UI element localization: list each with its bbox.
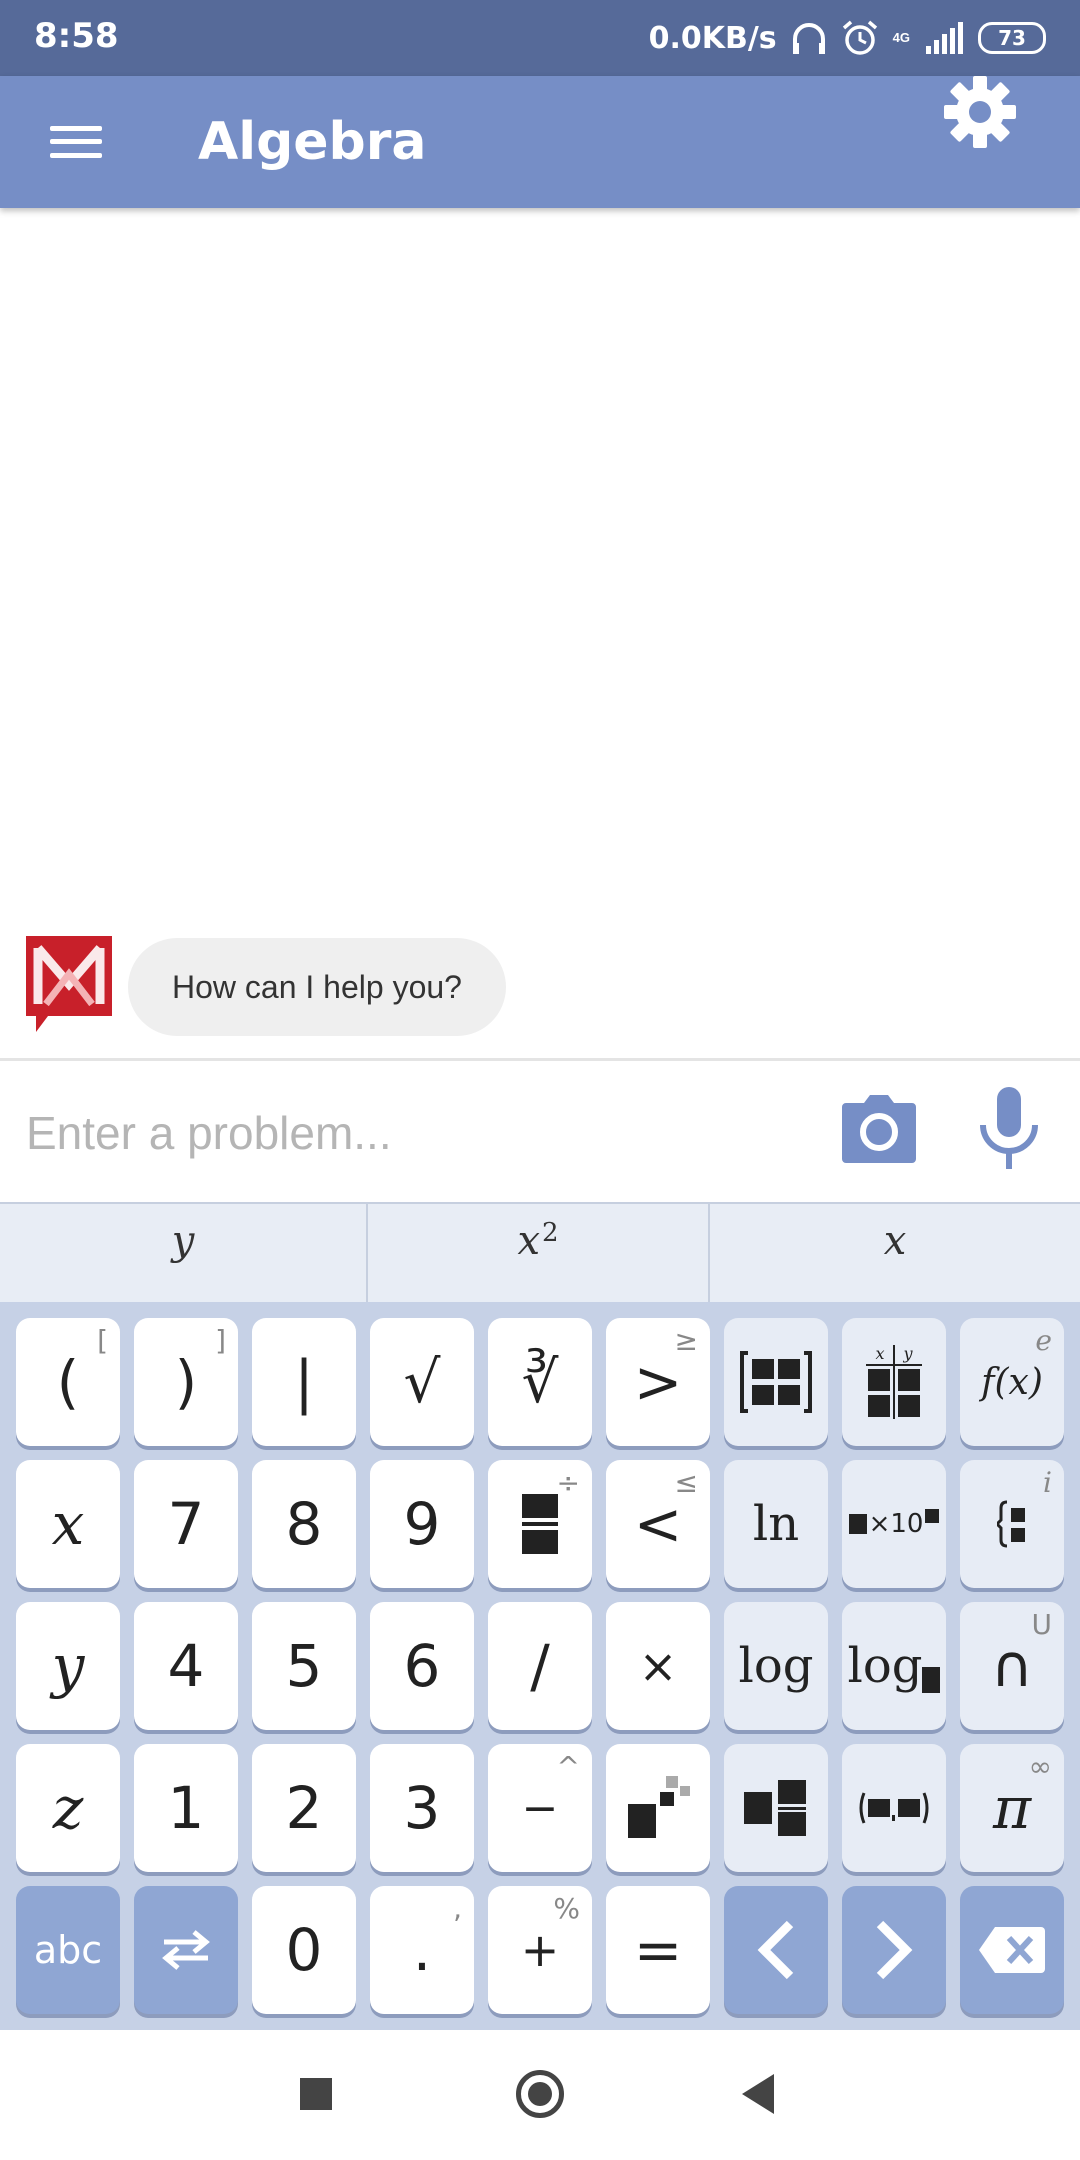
ordered-pair-icon bbox=[859, 1792, 929, 1824]
backspace-icon bbox=[979, 1927, 1045, 1973]
key-8[interactable]: 8 bbox=[252, 1460, 356, 1588]
key-7[interactable]: 7 bbox=[134, 1460, 238, 1588]
key-5[interactable]: 5 bbox=[252, 1602, 356, 1730]
key-open-paren[interactable]: ([ bbox=[16, 1318, 120, 1446]
key-pi[interactable]: π ∞ bbox=[960, 1744, 1064, 1872]
chevron-right-icon bbox=[876, 1920, 913, 1980]
key-3[interactable]: 3 bbox=[370, 1744, 474, 1872]
key-2[interactable]: 2 bbox=[252, 1744, 356, 1872]
status-bar: 8:58 0.0KB/s 4G 73 bbox=[0, 0, 1080, 76]
key-ordered-pair[interactable] bbox=[842, 1744, 946, 1872]
home-icon[interactable] bbox=[516, 2070, 564, 2118]
key-absolute-value[interactable]: | bbox=[252, 1318, 356, 1446]
key-cursor-left[interactable] bbox=[724, 1886, 828, 2014]
key-6[interactable]: 6 bbox=[370, 1602, 474, 1730]
input-area bbox=[0, 1058, 1080, 1204]
key-z[interactable]: z bbox=[16, 1744, 120, 1872]
key-close-paren[interactable]: )] bbox=[134, 1318, 238, 1446]
svg-text:x: x bbox=[875, 1345, 884, 1363]
key-multiply[interactable]: × bbox=[606, 1602, 710, 1730]
key-mixed-fraction[interactable] bbox=[724, 1744, 828, 1872]
key-1[interactable]: 1 bbox=[134, 1744, 238, 1872]
headphones-icon bbox=[792, 23, 825, 54]
key-log-base[interactable]: log bbox=[842, 1602, 946, 1730]
key-scientific-notation[interactable]: ×10 bbox=[842, 1460, 946, 1588]
fraction-icon bbox=[522, 1494, 558, 1554]
key-abc[interactable]: abc bbox=[16, 1886, 120, 2014]
key-piecewise[interactable]: i bbox=[960, 1460, 1064, 1588]
key-ln[interactable]: ln bbox=[724, 1460, 828, 1588]
status-icons: 0.0KB/s 4G 73 bbox=[649, 14, 1046, 62]
key-function[interactable]: f(x) e bbox=[960, 1318, 1064, 1446]
piecewise-icon bbox=[997, 1500, 1025, 1548]
battery-indicator: 73 bbox=[978, 22, 1046, 54]
key-table[interactable]: x y bbox=[842, 1318, 946, 1446]
key-backspace[interactable] bbox=[960, 1886, 1064, 2014]
key-greater-than[interactable]: > ≥ bbox=[606, 1318, 710, 1446]
key-0[interactable]: 0 bbox=[252, 1886, 356, 2014]
key-intersection[interactable]: ∩ U bbox=[960, 1602, 1064, 1730]
key-plus[interactable]: +% bbox=[488, 1886, 592, 2014]
mixed-fraction-icon bbox=[744, 1780, 806, 1836]
key-divide[interactable]: / bbox=[488, 1602, 592, 1730]
network-type: 4G bbox=[892, 30, 910, 45]
suggestion-x-squared[interactable]: x2 bbox=[368, 1204, 710, 1302]
suggestion-x[interactable]: x bbox=[710, 1204, 1080, 1302]
swap-arrows-icon bbox=[162, 1930, 210, 1970]
matrix-icon bbox=[740, 1351, 812, 1413]
key-switch[interactable] bbox=[134, 1886, 238, 2014]
key-exponent[interactable] bbox=[606, 1744, 710, 1872]
assistant-message: How can I help you? bbox=[128, 938, 506, 1036]
key-cursor-right[interactable] bbox=[842, 1886, 946, 2014]
placeholder-box bbox=[925, 1509, 940, 1523]
key-4[interactable]: 4 bbox=[134, 1602, 238, 1730]
table-icon: x y bbox=[866, 1345, 922, 1419]
key-equals[interactable]: = bbox=[606, 1886, 710, 2014]
placeholder-box bbox=[848, 1514, 867, 1534]
key-minus[interactable]: − ^ bbox=[488, 1744, 592, 1872]
microphone-icon[interactable] bbox=[978, 1087, 1040, 1171]
alarm-icon bbox=[842, 20, 877, 55]
key-x[interactable]: x bbox=[16, 1460, 120, 1588]
signal-icon bbox=[926, 22, 963, 54]
key-less-than[interactable]: < ≤ bbox=[606, 1460, 710, 1588]
key-square-root[interactable]: √ bbox=[370, 1318, 474, 1446]
key-9[interactable]: 9 bbox=[370, 1460, 474, 1588]
key-log[interactable]: log bbox=[724, 1602, 828, 1730]
gear-icon[interactable] bbox=[940, 72, 1020, 152]
placeholder-box bbox=[922, 1667, 941, 1693]
suggestion-bar: y x2 x bbox=[0, 1202, 1080, 1302]
net-speed: 0.0KB/s bbox=[648, 20, 777, 56]
chevron-left-icon bbox=[757, 1920, 794, 1980]
exponent-icon bbox=[628, 1776, 690, 1838]
math-keyboard: ([ )] | √ ∛ > ≥ x y f(x) e x 7 8 9 ÷ < ≤ ln… bbox=[0, 1302, 1080, 2030]
key-nth-root[interactable]: ∛ bbox=[488, 1318, 592, 1446]
key-matrix[interactable] bbox=[724, 1318, 828, 1446]
system-nav-bar bbox=[0, 2030, 1080, 2160]
status-time: 8:58 bbox=[34, 16, 119, 56]
app-bar: Algebra bbox=[0, 76, 1080, 208]
problem-input[interactable] bbox=[26, 1091, 786, 1175]
recents-icon[interactable] bbox=[300, 2078, 332, 2110]
camera-icon[interactable] bbox=[842, 1095, 916, 1163]
key-decimal[interactable]: ., bbox=[370, 1886, 474, 2014]
key-fraction[interactable]: ÷ bbox=[488, 1460, 592, 1588]
back-icon[interactable] bbox=[742, 2074, 774, 2114]
suggestion-y[interactable]: y bbox=[0, 1204, 368, 1302]
key-y[interactable]: y bbox=[16, 1602, 120, 1730]
svg-text:y: y bbox=[902, 1345, 913, 1363]
mathway-logo bbox=[26, 936, 112, 1032]
page-title: Algebra bbox=[198, 112, 427, 172]
menu-icon[interactable] bbox=[44, 114, 108, 170]
